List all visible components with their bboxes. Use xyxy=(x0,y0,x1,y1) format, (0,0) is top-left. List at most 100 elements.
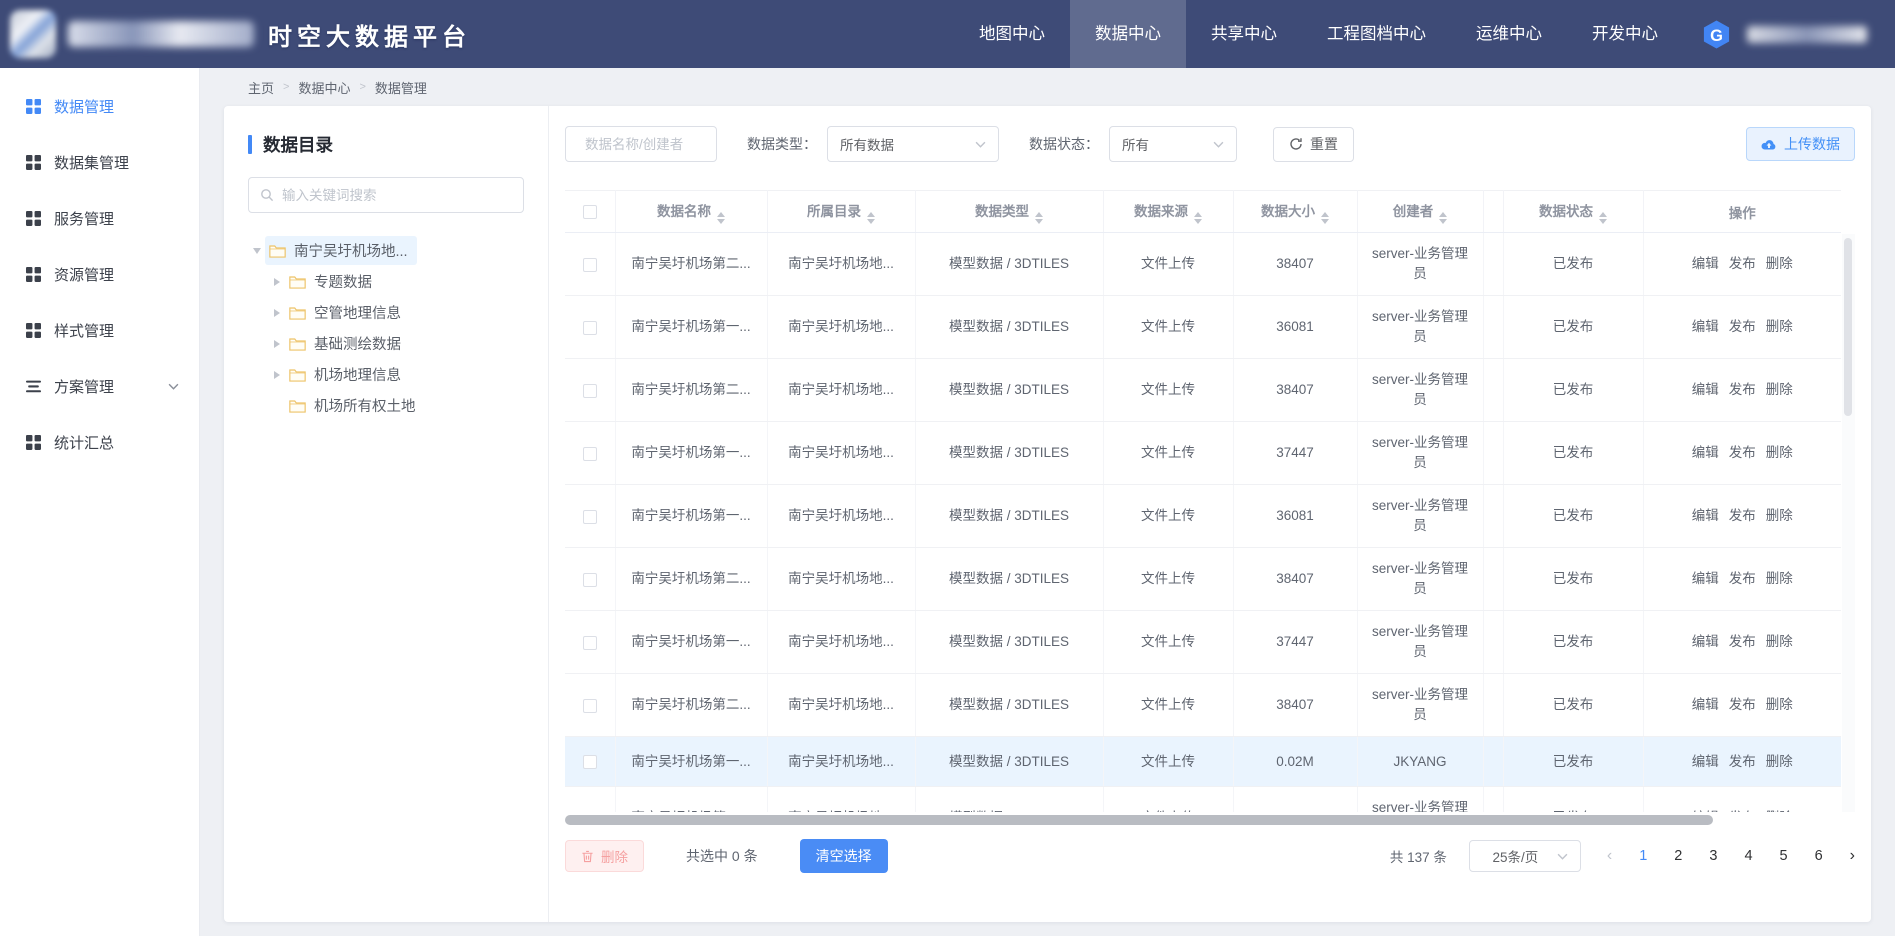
delete-button[interactable]: 删除 xyxy=(565,840,644,872)
action-link[interactable]: 编辑 xyxy=(1692,754,1719,769)
sort-icon[interactable] xyxy=(1439,212,1447,224)
action-link[interactable]: 发布 xyxy=(1729,256,1756,271)
tree-node[interactable]: 机场地理信息 xyxy=(268,359,524,390)
row-checkbox[interactable] xyxy=(583,447,597,461)
sidebar-item[interactable]: 服务管理 xyxy=(0,190,199,246)
nav-item[interactable]: 开发中心 xyxy=(1567,0,1683,68)
sidebar-item[interactable]: 数据集管理 xyxy=(0,134,199,190)
action-link[interactable]: 编辑 xyxy=(1692,445,1719,460)
action-link[interactable]: 发布 xyxy=(1729,508,1756,523)
action-link[interactable]: 发布 xyxy=(1729,810,1756,812)
row-checkbox[interactable] xyxy=(583,510,597,524)
sidebar-item[interactable]: 方案管理 xyxy=(0,358,199,414)
reset-button[interactable]: 重置 xyxy=(1273,127,1354,162)
action-link[interactable]: 编辑 xyxy=(1692,319,1719,334)
action-link[interactable]: 删除 xyxy=(1766,571,1793,586)
sidebar-item[interactable]: 统计汇总 xyxy=(0,414,199,470)
vertical-scrollbar-thumb[interactable] xyxy=(1844,238,1852,416)
action-link[interactable]: 发布 xyxy=(1729,697,1756,712)
sort-icon[interactable] xyxy=(867,212,875,224)
sidebar-item[interactable]: 数据管理 xyxy=(0,78,199,134)
column-header-checkbox[interactable] xyxy=(565,191,615,233)
action-link[interactable]: 删除 xyxy=(1766,256,1793,271)
column-header-type[interactable]: 数据类型 xyxy=(915,191,1103,233)
nav-item[interactable]: 共享中心 xyxy=(1186,0,1302,68)
username-blurred[interactable] xyxy=(1747,26,1867,43)
breadcrumb-item[interactable]: 数据管理 xyxy=(375,78,427,97)
table-search-input[interactable] xyxy=(585,137,762,152)
action-link[interactable]: 删除 xyxy=(1766,634,1793,649)
column-header-catalog[interactable]: 所属目录 xyxy=(767,191,915,233)
page-number[interactable]: 5 xyxy=(1780,848,1788,864)
row-checkbox[interactable] xyxy=(583,755,597,769)
action-link[interactable]: 发布 xyxy=(1729,634,1756,649)
row-checkbox[interactable] xyxy=(583,384,597,398)
action-link[interactable]: 删除 xyxy=(1766,319,1793,334)
sidebar-item[interactable]: 资源管理 xyxy=(0,246,199,302)
action-link[interactable]: 编辑 xyxy=(1692,382,1719,397)
column-header-name[interactable]: 数据名称 xyxy=(615,191,767,233)
column-header-source[interactable]: 数据来源 xyxy=(1103,191,1233,233)
nav-item[interactable]: 运维中心 xyxy=(1451,0,1567,68)
clear-selection-button[interactable]: 清空选择 xyxy=(800,839,888,873)
nav-item[interactable]: 地图中心 xyxy=(954,0,1070,68)
select-all-checkbox[interactable] xyxy=(583,205,597,219)
action-link[interactable]: 删除 xyxy=(1766,754,1793,769)
action-link[interactable]: 删除 xyxy=(1766,697,1793,712)
type-select[interactable]: 所有数据 xyxy=(827,126,999,162)
sidebar-item[interactable]: 样式管理 xyxy=(0,302,199,358)
page-number[interactable]: 6 xyxy=(1815,848,1823,864)
action-link[interactable]: 删除 xyxy=(1766,508,1793,523)
caret-right-icon[interactable] xyxy=(268,309,285,317)
sort-icon[interactable] xyxy=(1321,212,1329,224)
action-link[interactable]: 编辑 xyxy=(1692,256,1719,271)
sort-icon[interactable] xyxy=(717,212,725,224)
action-link[interactable]: 编辑 xyxy=(1692,508,1719,523)
pagination-prev[interactable]: ‹ xyxy=(1607,847,1612,865)
action-link[interactable]: 删除 xyxy=(1766,810,1793,812)
page-number[interactable]: 1 xyxy=(1639,848,1647,864)
nav-item[interactable]: 工程图档中心 xyxy=(1302,0,1451,68)
horizontal-scrollbar-thumb[interactable] xyxy=(565,815,1713,825)
action-link[interactable]: 编辑 xyxy=(1692,810,1719,812)
pagination-next[interactable]: › xyxy=(1850,847,1855,865)
action-link[interactable]: 发布 xyxy=(1729,319,1756,334)
column-header-status[interactable]: 数据状态 xyxy=(1503,191,1643,233)
column-header-size[interactable]: 数据大小 xyxy=(1233,191,1357,233)
action-link[interactable]: 删除 xyxy=(1766,382,1793,397)
status-select[interactable]: 所有 xyxy=(1109,126,1237,162)
sort-icon[interactable] xyxy=(1599,212,1607,224)
tree-node-root[interactable]: 南宁吴圩机场地... xyxy=(248,235,524,266)
tree-node[interactable]: 机场所有权土地 xyxy=(268,390,524,421)
action-link[interactable]: 编辑 xyxy=(1692,634,1719,649)
catalog-search-input[interactable] xyxy=(282,188,512,203)
tree-node[interactable]: 专题数据 xyxy=(268,266,524,297)
row-checkbox[interactable] xyxy=(583,321,597,335)
breadcrumb-item[interactable]: 主页 xyxy=(248,78,274,97)
action-link[interactable]: 发布 xyxy=(1729,571,1756,586)
sort-icon[interactable] xyxy=(1035,212,1043,224)
caret-right-icon[interactable] xyxy=(268,278,285,286)
action-link[interactable]: 发布 xyxy=(1729,382,1756,397)
column-header-creator[interactable]: 创建者 xyxy=(1357,191,1483,233)
action-link[interactable]: 删除 xyxy=(1766,445,1793,460)
action-link[interactable]: 编辑 xyxy=(1692,697,1719,712)
page-number[interactable]: 2 xyxy=(1674,848,1682,864)
upload-data-button[interactable]: 上传数据 xyxy=(1746,127,1855,161)
row-checkbox[interactable] xyxy=(583,699,597,713)
page-number[interactable]: 3 xyxy=(1709,848,1717,864)
action-link[interactable]: 编辑 xyxy=(1692,571,1719,586)
tree-node[interactable]: 基础测绘数据 xyxy=(268,328,524,359)
row-checkbox[interactable] xyxy=(583,636,597,650)
row-checkbox[interactable] xyxy=(583,573,597,587)
caret-right-icon[interactable] xyxy=(268,340,285,348)
action-link[interactable]: 发布 xyxy=(1729,445,1756,460)
caret-down-icon[interactable] xyxy=(248,248,265,254)
breadcrumb-item[interactable]: 数据中心 xyxy=(298,78,350,97)
row-checkbox[interactable] xyxy=(583,258,597,272)
page-number[interactable]: 4 xyxy=(1744,848,1752,864)
nav-item[interactable]: 数据中心 xyxy=(1070,0,1186,68)
tree-node[interactable]: 空管地理信息 xyxy=(268,297,524,328)
sort-icon[interactable] xyxy=(1194,212,1202,224)
page-size-select[interactable]: 25条/页 xyxy=(1469,840,1581,872)
